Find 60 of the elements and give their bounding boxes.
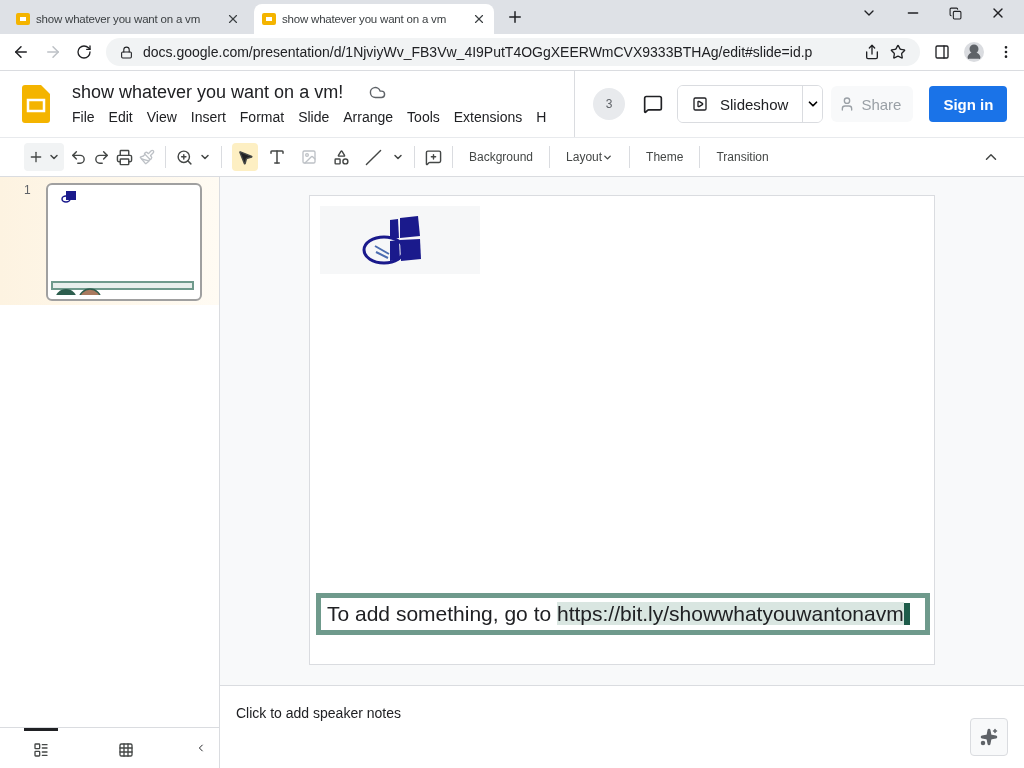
comment-icon[interactable] [643,94,663,114]
zoom-icon[interactable] [176,148,193,166]
profile-icon[interactable] [964,42,984,62]
text-cursor [903,603,910,625]
restore-icon[interactable] [949,6,962,20]
toolbar-button[interactable]: Background [463,143,540,171]
browser-tab[interactable]: show whatever you want on a vm [254,4,494,34]
reload-icon[interactable] [76,44,92,60]
speaker-notes-field[interactable]: Click to add speaker notes [236,705,401,721]
slide-number: 1 [24,183,32,199]
new-slide-button[interactable] [24,143,64,171]
close-icon[interactable] [226,12,240,26]
text-box[interactable]: To add something, go to https://bit.ly/showwhatyouwantonavm [316,593,930,635]
undo-icon[interactable] [70,148,87,166]
text-box-icon [268,148,286,166]
menu-item[interactable]: H [529,106,554,127]
browser-tab[interactable]: show whatever you want on a vm [8,4,248,34]
star-icon[interactable] [890,44,906,60]
add-comment-icon[interactable] [425,148,442,166]
menu-item[interactable]: Slide [291,106,337,127]
menu-item[interactable]: Extensions [446,106,530,127]
menu-item[interactable]: Arrange [336,106,401,127]
slides-favicon-icon [262,13,276,25]
document-title[interactable]: show whatever you want on a vm! [72,81,344,103]
line-icon [364,148,382,166]
menu-item[interactable]: Format [232,106,292,127]
toolbar-button[interactable]: Theme [640,143,690,171]
print-icon[interactable] [116,148,133,166]
menu-item[interactable]: Insert [183,106,233,127]
menu-item[interactable]: View [139,106,184,127]
list-view-icon [32,741,49,758]
back-icon[interactable] [12,43,30,61]
slideshow-options-button[interactable] [802,86,823,122]
redo-icon[interactable] [93,148,110,166]
side-panel-icon[interactable] [934,44,950,60]
explore-button[interactable] [970,718,1008,756]
image-icon [301,149,317,165]
slide-link[interactable]: https://bit.ly/showwhatyouwantonavm [557,602,904,625]
slide-canvas[interactable]: To add something, go to https://bit.ly/showwhatyouwantonavm [309,195,935,665]
lock-icon [120,45,133,59]
plus-icon [28,149,44,165]
shape-icon [332,148,350,166]
pointer-icon [236,148,254,166]
tool-button[interactable] [232,143,258,171]
sign-in-button[interactable]: Sign in [929,86,1008,122]
slides-favicon-icon [16,13,30,25]
sparkle-icon [980,728,998,746]
close-icon[interactable] [472,12,486,26]
toolbar-button[interactable]: Layout [560,143,620,171]
menu-item[interactable]: Tools [400,106,447,127]
grid-view-icon [118,741,135,758]
new-tab-icon[interactable] [506,8,524,26]
menu-item[interactable]: File [65,106,102,127]
toolbar-button[interactable]: Transition [710,143,775,171]
share-icon[interactable] [864,44,880,60]
play-icon [692,96,708,112]
address-field[interactable]: docs.google.com/presentation/d/1NjviyWv_FB3Vw_4I9PutT4OGgXEERWmCVX9333BTHAg/edit#slide=id.p [106,38,920,66]
menu-item[interactable]: Edit [101,106,140,127]
viewer-count[interactable]: 3 [593,88,625,120]
slide-text: To add something, go to https://bit.ly/showwhatyouwantonavm [327,602,904,626]
